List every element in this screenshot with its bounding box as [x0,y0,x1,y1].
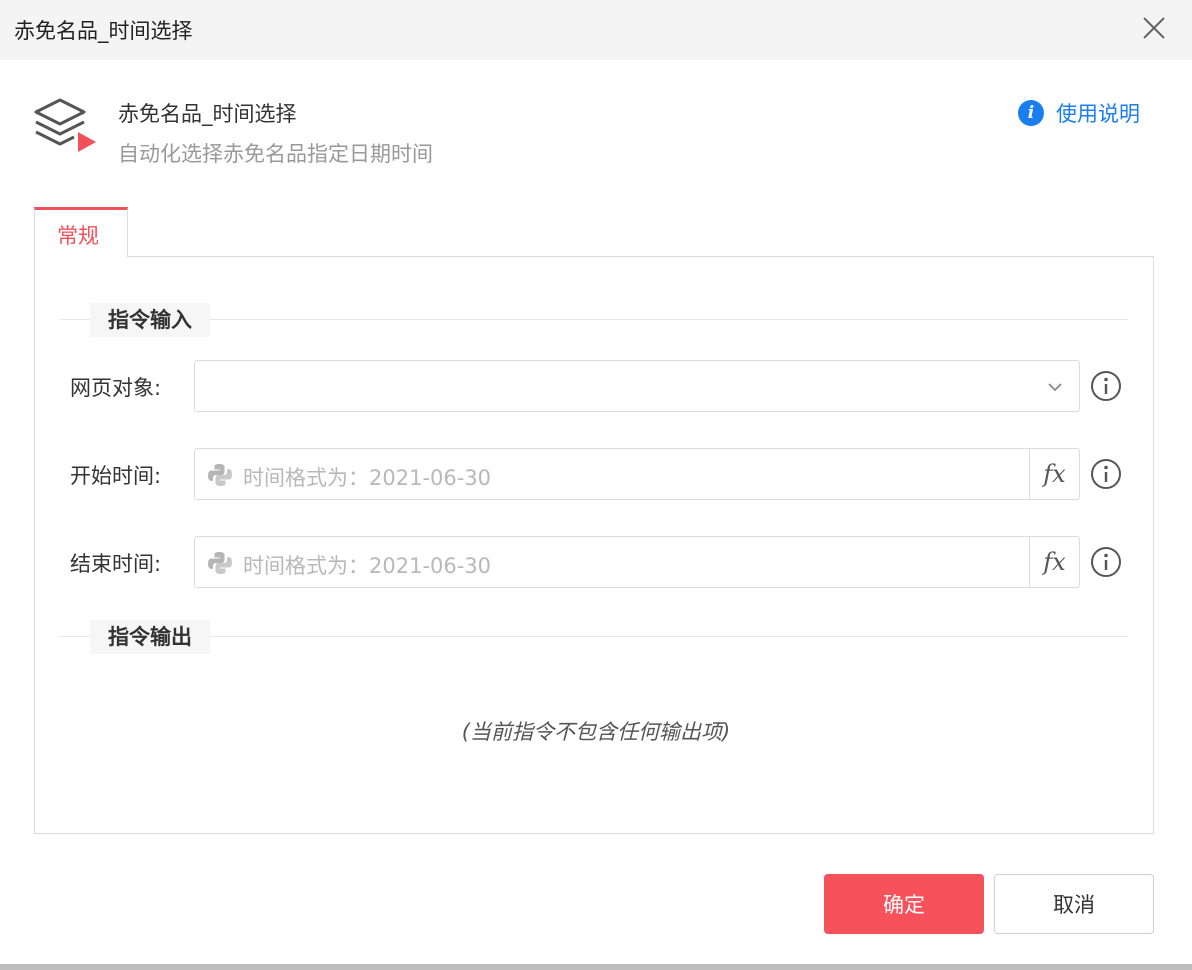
end-time-fx-button[interactable]: fx [1029,537,1079,587]
start-time-label: 开始时间: [70,464,162,488]
end-time-placeholder: 时间格式为：2021-06-30 [243,554,492,578]
start-time-placeholder: 时间格式为：2021-06-30 [243,466,492,490]
python-icon [208,552,232,574]
usage-help-link[interactable]: i 使用说明 [1018,98,1140,128]
section-divider [60,636,1128,637]
end-time-label: 结束时间: [70,552,162,576]
dialog-title: 赤免名品_时间选择 [14,19,193,43]
close-icon[interactable] [1140,14,1168,42]
command-title: 赤免名品_时间选择 [118,102,297,126]
python-icon [208,464,232,486]
end-time-input[interactable]: 时间格式为：2021-06-30 fx [194,536,1080,588]
cancel-button[interactable]: 取消 [994,874,1154,934]
confirm-button[interactable]: 确定 [824,874,984,934]
tab-general[interactable]: 常规 [34,207,128,257]
command-description: 自动化选择赤免名品指定日期时间 [118,142,433,166]
bottom-edge [0,964,1192,970]
info-icon: i [1018,100,1044,126]
dialog-titlebar: 赤免名品_时间选择 [0,0,1192,60]
section-divider [60,319,1128,320]
end-time-info-icon[interactable] [1090,546,1122,578]
start-time-input[interactable]: 时间格式为：2021-06-30 fx [194,448,1080,500]
start-time-fx-button[interactable]: fx [1029,449,1079,499]
tab-general-label: 常规 [57,224,99,248]
usage-help-label: 使用说明 [1056,102,1140,126]
web-object-label: 网页对象: [70,376,162,400]
start-time-info-icon[interactable] [1090,458,1122,490]
section-input-title: 指令输入 [90,303,210,337]
web-object-info-icon[interactable] [1090,370,1122,402]
chevron-down-icon [1048,383,1062,392]
section-output-title: 指令输出 [90,620,210,654]
web-object-select[interactable] [194,360,1080,412]
empty-output-message: (当前指令不包含任何输出项) [461,720,731,744]
layers-play-icon [34,98,96,152]
